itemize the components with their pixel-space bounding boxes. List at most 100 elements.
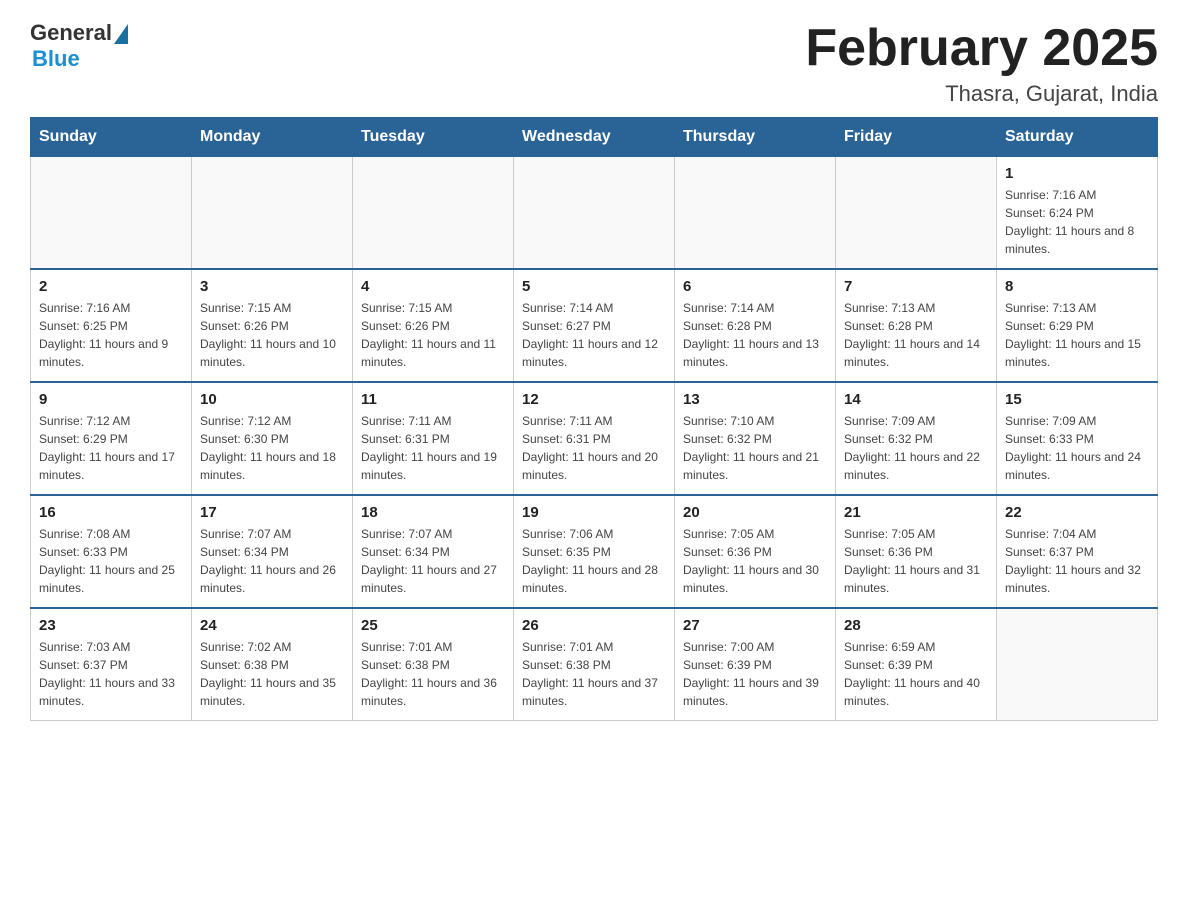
day-info: Sunrise: 7:02 AMSunset: 6:38 PMDaylight:… bbox=[200, 638, 344, 710]
day-number: 15 bbox=[1005, 391, 1149, 408]
day-info: Sunrise: 7:06 AMSunset: 6:35 PMDaylight:… bbox=[522, 525, 666, 597]
day-number: 21 bbox=[844, 504, 988, 521]
calendar-cell: 17 Sunrise: 7:07 AMSunset: 6:34 PMDayligh… bbox=[192, 495, 353, 608]
day-info: Sunrise: 7:12 AMSunset: 6:30 PMDaylight:… bbox=[200, 412, 344, 484]
day-number: 27 bbox=[683, 617, 827, 634]
calendar-cell bbox=[675, 157, 836, 270]
day-number: 7 bbox=[844, 278, 988, 295]
day-info: Sunrise: 7:07 AMSunset: 6:34 PMDaylight:… bbox=[361, 525, 505, 597]
calendar-week-row: 9 Sunrise: 7:12 AMSunset: 6:29 PMDaylight… bbox=[31, 382, 1158, 495]
day-of-week-header: Tuesday bbox=[353, 118, 514, 157]
day-info: Sunrise: 7:11 AMSunset: 6:31 PMDaylight:… bbox=[361, 412, 505, 484]
calendar-cell: 3 Sunrise: 7:15 AMSunset: 6:26 PMDaylight… bbox=[192, 269, 353, 382]
calendar-cell: 8 Sunrise: 7:13 AMSunset: 6:29 PMDaylight… bbox=[997, 269, 1158, 382]
calendar-cell: 26 Sunrise: 7:01 AMSunset: 6:38 PMDayligh… bbox=[514, 608, 675, 721]
calendar-table: SundayMondayTuesdayWednesdayThursdayFrid… bbox=[30, 117, 1158, 721]
calendar-cell: 20 Sunrise: 7:05 AMSunset: 6:36 PMDayligh… bbox=[675, 495, 836, 608]
location-subtitle: Thasra, Gujarat, India bbox=[805, 81, 1158, 107]
day-info: Sunrise: 7:11 AMSunset: 6:31 PMDaylight:… bbox=[522, 412, 666, 484]
calendar-header-row: SundayMondayTuesdayWednesdayThursdayFrid… bbox=[31, 118, 1158, 157]
day-number: 19 bbox=[522, 504, 666, 521]
day-number: 8 bbox=[1005, 278, 1149, 295]
calendar-cell: 5Sunrise: 7:14 AMSunset: 6:27 PMDaylight… bbox=[514, 269, 675, 382]
day-of-week-header: Monday bbox=[192, 118, 353, 157]
calendar-cell: 28 Sunrise: 6:59 AMSunset: 6:39 PMDayligh… bbox=[836, 608, 997, 721]
day-of-week-header: Sunday bbox=[31, 118, 192, 157]
logo-general-text: General bbox=[30, 20, 112, 46]
calendar-cell: 25 Sunrise: 7:01 AMSunset: 6:38 PMDayligh… bbox=[353, 608, 514, 721]
calendar-cell: 21 Sunrise: 7:05 AMSunset: 6:36 PMDayligh… bbox=[836, 495, 997, 608]
calendar-week-row: 1 Sunrise: 7:16 AMSunset: 6:24 PMDaylight… bbox=[31, 157, 1158, 270]
logo-triangle-icon bbox=[114, 24, 128, 44]
day-info: Sunrise: 7:15 AMSunset: 6:26 PMDaylight:… bbox=[200, 299, 344, 371]
day-number: 11 bbox=[361, 391, 505, 408]
day-number: 22 bbox=[1005, 504, 1149, 521]
day-number: 10 bbox=[200, 391, 344, 408]
day-info: Sunrise: 7:01 AMSunset: 6:38 PMDaylight:… bbox=[522, 638, 666, 710]
day-of-week-header: Thursday bbox=[675, 118, 836, 157]
calendar-week-row: 23Sunrise: 7:03 AMSunset: 6:37 PMDayligh… bbox=[31, 608, 1158, 721]
day-info: Sunrise: 7:09 AMSunset: 6:32 PMDaylight:… bbox=[844, 412, 988, 484]
calendar-cell bbox=[997, 608, 1158, 721]
day-number: 18 bbox=[361, 504, 505, 521]
day-info: Sunrise: 7:00 AMSunset: 6:39 PMDaylight:… bbox=[683, 638, 827, 710]
calendar-cell: 24 Sunrise: 7:02 AMSunset: 6:38 PMDayligh… bbox=[192, 608, 353, 721]
day-number: 26 bbox=[522, 617, 666, 634]
month-year-title: February 2025 bbox=[805, 20, 1158, 77]
calendar-cell bbox=[192, 157, 353, 270]
day-info: Sunrise: 7:12 AMSunset: 6:29 PMDaylight:… bbox=[39, 412, 183, 484]
day-info: Sunrise: 7:04 AMSunset: 6:37 PMDaylight:… bbox=[1005, 525, 1149, 597]
day-info: Sunrise: 7:13 AMSunset: 6:29 PMDaylight:… bbox=[1005, 299, 1149, 371]
day-number: 6 bbox=[683, 278, 827, 295]
day-number: 24 bbox=[200, 617, 344, 634]
calendar-week-row: 16 Sunrise: 7:08 AMSunset: 6:33 PMDayligh… bbox=[31, 495, 1158, 608]
day-number: 25 bbox=[361, 617, 505, 634]
day-number: 1 bbox=[1005, 165, 1149, 182]
calendar-cell: 1 Sunrise: 7:16 AMSunset: 6:24 PMDaylight… bbox=[997, 157, 1158, 270]
calendar-cell: 4 Sunrise: 7:15 AMSunset: 6:26 PMDaylight… bbox=[353, 269, 514, 382]
day-info: Sunrise: 7:05 AMSunset: 6:36 PMDaylight:… bbox=[683, 525, 827, 597]
day-of-week-header: Friday bbox=[836, 118, 997, 157]
day-number: 4 bbox=[361, 278, 505, 295]
day-of-week-header: Wednesday bbox=[514, 118, 675, 157]
day-number: 13 bbox=[683, 391, 827, 408]
calendar-cell: 14 Sunrise: 7:09 AMSunset: 6:32 PMDayligh… bbox=[836, 382, 997, 495]
calendar-cell bbox=[353, 157, 514, 270]
calendar-cell: 9 Sunrise: 7:12 AMSunset: 6:29 PMDaylight… bbox=[31, 382, 192, 495]
calendar-cell bbox=[31, 157, 192, 270]
day-info: Sunrise: 7:16 AMSunset: 6:24 PMDaylight:… bbox=[1005, 186, 1149, 258]
day-info: Sunrise: 7:13 AMSunset: 6:28 PMDaylight:… bbox=[844, 299, 988, 371]
title-block: February 2025 Thasra, Gujarat, India bbox=[805, 20, 1158, 107]
calendar-cell: 7 Sunrise: 7:13 AMSunset: 6:28 PMDaylight… bbox=[836, 269, 997, 382]
day-number: 16 bbox=[39, 504, 183, 521]
calendar-cell: 23Sunrise: 7:03 AMSunset: 6:37 PMDayligh… bbox=[31, 608, 192, 721]
day-info: Sunrise: 7:08 AMSunset: 6:33 PMDaylight:… bbox=[39, 525, 183, 597]
calendar-cell: 18 Sunrise: 7:07 AMSunset: 6:34 PMDayligh… bbox=[353, 495, 514, 608]
day-number: 5 bbox=[522, 278, 666, 295]
day-number: 23 bbox=[39, 617, 183, 634]
calendar-cell: 22 Sunrise: 7:04 AMSunset: 6:37 PMDayligh… bbox=[997, 495, 1158, 608]
day-number: 3 bbox=[200, 278, 344, 295]
day-number: 17 bbox=[200, 504, 344, 521]
day-info: Sunrise: 7:07 AMSunset: 6:34 PMDaylight:… bbox=[200, 525, 344, 597]
calendar-cell: 27 Sunrise: 7:00 AMSunset: 6:39 PMDayligh… bbox=[675, 608, 836, 721]
day-number: 9 bbox=[39, 391, 183, 408]
calendar-cell: 13Sunrise: 7:10 AMSunset: 6:32 PMDayligh… bbox=[675, 382, 836, 495]
day-number: 2 bbox=[39, 278, 183, 295]
calendar-cell: 16 Sunrise: 7:08 AMSunset: 6:33 PMDayligh… bbox=[31, 495, 192, 608]
day-info: Sunrise: 7:09 AMSunset: 6:33 PMDaylight:… bbox=[1005, 412, 1149, 484]
logo-blue-text: Blue bbox=[32, 46, 80, 72]
calendar-cell: 2Sunrise: 7:16 AMSunset: 6:25 PMDaylight… bbox=[31, 269, 192, 382]
day-info: Sunrise: 6:59 AMSunset: 6:39 PMDaylight:… bbox=[844, 638, 988, 710]
day-info: Sunrise: 7:05 AMSunset: 6:36 PMDaylight:… bbox=[844, 525, 988, 597]
logo-top: General bbox=[30, 20, 128, 46]
day-info: Sunrise: 7:14 AMSunset: 6:28 PMDaylight:… bbox=[683, 299, 827, 371]
calendar-cell: 12 Sunrise: 7:11 AMSunset: 6:31 PMDayligh… bbox=[514, 382, 675, 495]
day-info: Sunrise: 7:01 AMSunset: 6:38 PMDaylight:… bbox=[361, 638, 505, 710]
day-number: 12 bbox=[522, 391, 666, 408]
day-number: 14 bbox=[844, 391, 988, 408]
day-number: 20 bbox=[683, 504, 827, 521]
day-info: Sunrise: 7:15 AMSunset: 6:26 PMDaylight:… bbox=[361, 299, 505, 371]
day-number: 28 bbox=[844, 617, 988, 634]
calendar-cell: 6 Sunrise: 7:14 AMSunset: 6:28 PMDaylight… bbox=[675, 269, 836, 382]
